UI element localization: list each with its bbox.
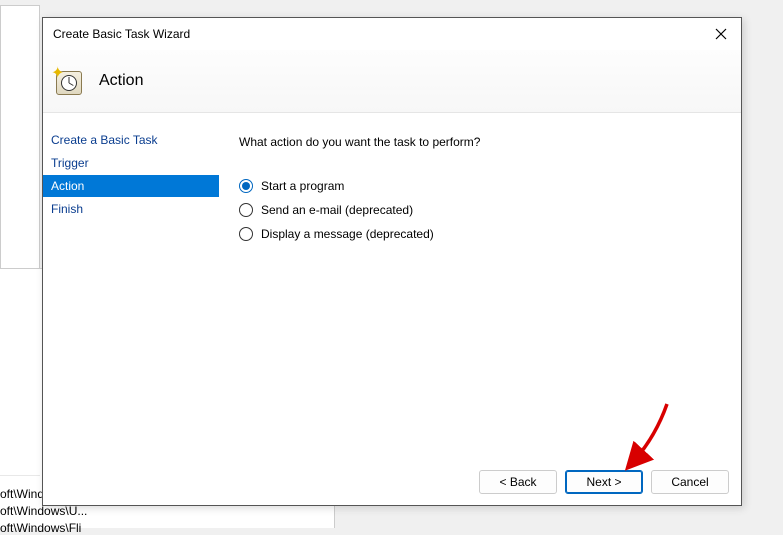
cancel-button[interactable]: Cancel xyxy=(651,470,729,494)
background-row-3: oft\Windows\Fli xyxy=(0,521,81,535)
background-divider xyxy=(0,475,40,476)
sidebar-item-trigger[interactable]: Trigger xyxy=(43,152,219,174)
wizard-clock-icon: ✦ xyxy=(53,65,85,97)
sidebar-item-label: Create a Basic Task xyxy=(51,133,158,147)
wizard-main-panel: What action do you want the task to perf… xyxy=(219,113,741,459)
radio-start-program[interactable]: Start a program xyxy=(239,179,721,193)
wizard-sidebar: Create a Basic Task Trigger Action Finis… xyxy=(43,113,219,459)
button-label: < Back xyxy=(499,475,536,489)
dialog-title: Create Basic Task Wizard xyxy=(53,27,190,41)
sidebar-item-create-task[interactable]: Create a Basic Task xyxy=(43,129,219,151)
radio-label: Display a message (deprecated) xyxy=(261,227,434,241)
back-button[interactable]: < Back xyxy=(479,470,557,494)
close-icon xyxy=(715,28,727,40)
button-label: Next > xyxy=(586,475,621,489)
radio-icon xyxy=(239,203,253,217)
wizard-button-bar: < Back Next > Cancel xyxy=(43,459,741,505)
wizard-header: ✦ Action xyxy=(43,50,741,113)
button-label: Cancel xyxy=(671,475,708,489)
sidebar-item-action[interactable]: Action xyxy=(43,175,219,197)
wizard-dialog: Create Basic Task Wizard ✦ Action Create… xyxy=(42,17,742,506)
radio-send-email[interactable]: Send an e-mail (deprecated) xyxy=(239,203,721,217)
sidebar-item-label: Finish xyxy=(51,202,83,216)
wizard-content: Create a Basic Task Trigger Action Finis… xyxy=(43,113,741,459)
sidebar-item-label: Action xyxy=(51,179,84,193)
titlebar: Create Basic Task Wizard xyxy=(43,18,741,50)
radio-icon xyxy=(239,227,253,241)
wizard-step-title: Action xyxy=(99,72,143,90)
radio-display-message[interactable]: Display a message (deprecated) xyxy=(239,227,721,241)
radio-label: Start a program xyxy=(261,179,344,193)
background-row-2: oft\Windows\U... xyxy=(0,504,87,518)
wizard-prompt: What action do you want the task to perf… xyxy=(239,135,721,149)
radio-label: Send an e-mail (deprecated) xyxy=(261,203,413,217)
sidebar-item-label: Trigger xyxy=(51,156,89,170)
next-button[interactable]: Next > xyxy=(565,470,643,494)
sidebar-item-finish[interactable]: Finish xyxy=(43,198,219,220)
radio-icon xyxy=(239,179,253,193)
close-button[interactable] xyxy=(711,24,731,44)
